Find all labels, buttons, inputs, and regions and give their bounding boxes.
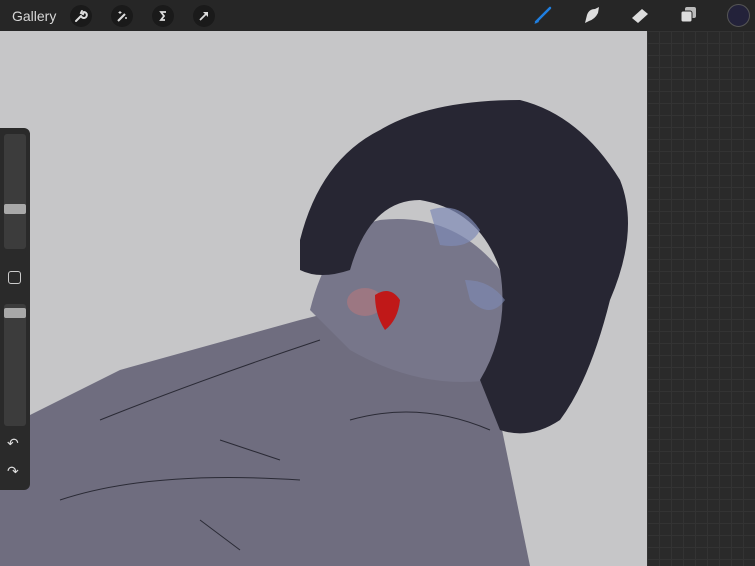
redo-button[interactable]: ↷ (7, 463, 19, 480)
transform-arrow-icon (199, 11, 209, 21)
artwork (0, 100, 628, 566)
brush-icon (534, 6, 552, 24)
brush-size-thumb[interactable] (4, 204, 26, 214)
layers-icon (680, 7, 696, 23)
eyedropper-button[interactable] (8, 271, 21, 284)
wrench-icon (75, 9, 89, 22)
opacity-slider[interactable] (4, 304, 26, 426)
selection-button[interactable] (152, 4, 175, 27)
actions-button[interactable] (70, 4, 93, 27)
workspace-background (647, 31, 755, 566)
gallery-button[interactable]: Gallery (12, 8, 56, 24)
top-toolbar: Gallery (0, 0, 755, 31)
selection-icon (159, 10, 167, 21)
opacity-thumb[interactable] (4, 308, 26, 318)
smudge-icon (585, 7, 599, 23)
adjustments-button[interactable] (111, 4, 134, 27)
color-picker-button[interactable] (727, 4, 750, 27)
layers-button[interactable] (677, 4, 701, 26)
smudge-button[interactable] (580, 4, 604, 26)
transform-button[interactable] (193, 4, 216, 27)
magic-wand-icon (117, 10, 128, 22)
eraser-button[interactable] (628, 4, 652, 26)
undo-button[interactable]: ↶ (7, 435, 19, 452)
undo-icon: ↶ (7, 435, 19, 451)
left-sidebar: ↶ ↷ (0, 128, 30, 490)
eraser-icon (632, 9, 648, 23)
drawing-canvas[interactable] (0, 31, 647, 566)
brush-size-slider[interactable] (4, 134, 26, 249)
brush-button[interactable] (531, 4, 555, 26)
redo-icon: ↷ (7, 463, 19, 479)
